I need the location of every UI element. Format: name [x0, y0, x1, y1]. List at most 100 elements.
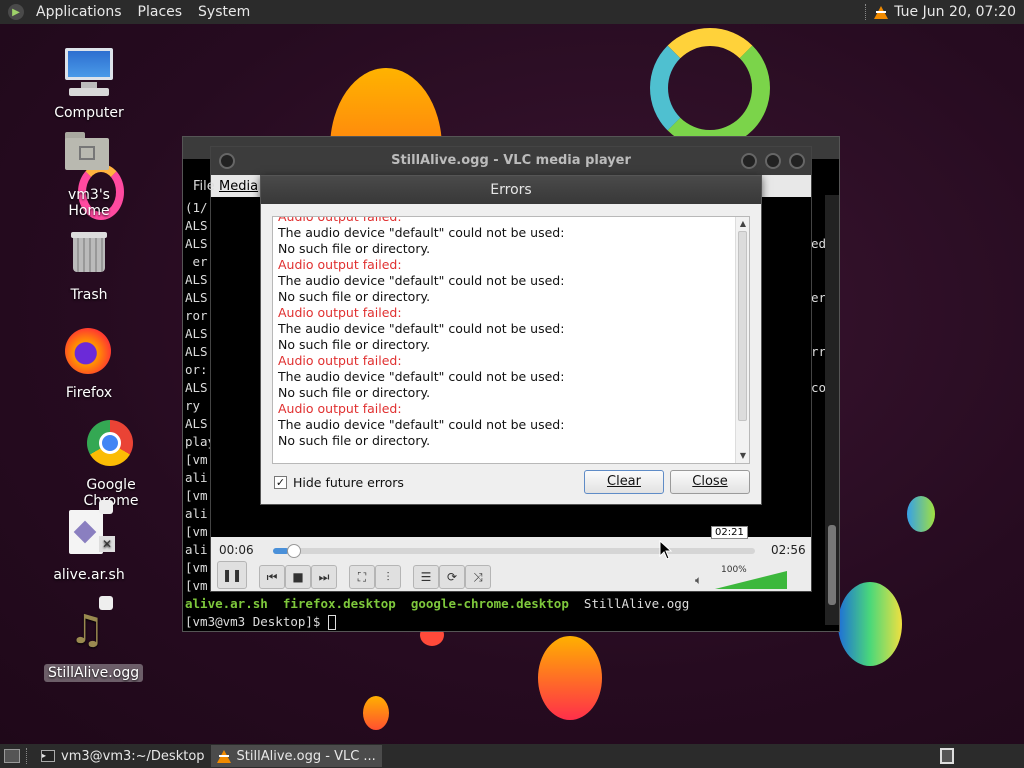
vlc-titlebar[interactable]: StillAlive.ogg - VLC media player [211, 147, 811, 175]
terminal-line: rr [811, 344, 827, 359]
error-log-line: No such file or directory. [278, 241, 431, 256]
desktop-icon-script[interactable]: ✕ alive.ar.sh [44, 500, 134, 584]
desktop-icon-computer[interactable]: Computer [44, 46, 134, 122]
workspace-switcher-icon[interactable] [940, 748, 954, 764]
panel-separator [26, 748, 29, 764]
desktop-icon-chrome[interactable]: Google Chrome [66, 418, 156, 510]
vlc-title: StillAlive.ogg - VLC media player [391, 153, 631, 168]
system-menu[interactable]: System [190, 4, 258, 20]
terminal-prompt-line[interactable]: [vm3@vm3 Desktop]$ [185, 613, 336, 631]
error-log-line: No such file or directory. [278, 433, 431, 448]
show-desktop-icon[interactable] [4, 749, 20, 763]
playlist-button[interactable]: ☰ [413, 565, 439, 589]
bottom-panel: ▸ vm3@vm3:~/Desktop StillAlive.ogg - VLC… [0, 744, 1024, 768]
error-log-scrollbar-thumb[interactable] [738, 231, 747, 421]
total-time[interactable]: 02:56 [771, 543, 806, 557]
error-log-content: Audio output failed: The audio device "de… [278, 217, 733, 449]
shuffle-button[interactable]: ⤨ [465, 565, 491, 589]
wallpaper-ring [650, 28, 770, 148]
close-button-label: Close [692, 474, 728, 489]
clock[interactable]: Tue Jun 20, 07:20 [894, 4, 1020, 20]
listing-item: alive.ar.sh [185, 596, 268, 611]
shuffle-icon: ⤨ [473, 569, 483, 584]
minimize-button[interactable] [741, 153, 757, 169]
error-log[interactable]: Audio output failed: The audio device "de… [272, 216, 750, 464]
desktop-icon-label: Trash [70, 287, 108, 303]
next-icon: ⏭ [318, 569, 330, 584]
desktop-icon-label: StillAlive.ogg [44, 664, 144, 682]
error-log-line: The audio device "default" could not be … [278, 321, 565, 336]
scroll-down-icon[interactable]: ▼ [738, 451, 748, 461]
elapsed-time[interactable]: 00:06 [219, 543, 254, 557]
desktop-icon-label: alive.ar.sh [53, 567, 125, 583]
loop-button[interactable]: ⟳ [439, 565, 465, 589]
close-button[interactable] [789, 153, 805, 169]
fullscreen-button[interactable]: ⛶ [349, 565, 375, 589]
terminal-scrollbar-thumb[interactable] [828, 525, 836, 605]
terminal-line: er [811, 290, 827, 305]
scroll-up-icon[interactable]: ▲ [738, 219, 748, 229]
mouse-pointer-icon [659, 540, 673, 560]
volume-slider[interactable]: 100% [715, 565, 789, 589]
taskbar-item-terminal[interactable]: ▸ vm3@vm3:~/Desktop [35, 745, 211, 767]
seek-bar-handle[interactable] [287, 544, 302, 558]
error-log-line: Audio output failed: [278, 305, 402, 320]
desktop-icon-trash[interactable]: Trash [44, 228, 134, 304]
desktop-icon-label: vm3's Home [68, 187, 110, 219]
extended-settings-button[interactable]: ⫶ [375, 565, 401, 589]
desktop-icon-label: Firefox [65, 385, 113, 401]
applications-menu[interactable]: Applications [28, 4, 130, 20]
loop-icon: ⟳ [446, 570, 458, 584]
desktop-icon-label: Computer [54, 105, 124, 121]
trash-icon [63, 228, 115, 280]
error-log-scrollbar[interactable]: ▲ ▼ [735, 217, 749, 463]
error-log-line: The audio device "default" could not be … [278, 417, 565, 432]
window-menu-button[interactable] [219, 153, 235, 169]
desktop-icon-audio[interactable]: ♫ StillAlive.ogg [44, 596, 144, 682]
pause-button[interactable]: ❚❚ [217, 561, 247, 589]
errors-dialog-title[interactable]: Errors [261, 176, 761, 204]
checkbox-check-icon[interactable]: ✓ [274, 476, 287, 489]
hide-future-errors-checkbox[interactable]: ✓ Hide future errors [274, 475, 404, 490]
errors-dialog[interactable]: Errors Audio output failed: The audio dev… [260, 175, 762, 505]
places-menu[interactable]: Places [130, 4, 191, 20]
vlc-tray-icon[interactable] [874, 5, 889, 19]
volume-wedge [715, 571, 787, 589]
vlc-icon [216, 749, 231, 763]
close-dialog-button[interactable]: Close [670, 470, 750, 494]
error-log-line: The audio device "default" could not be … [278, 225, 565, 240]
pause-icon: ❚❚ [221, 568, 243, 582]
error-log-line: Audio output failed: [278, 401, 402, 416]
firefox-icon [63, 326, 115, 378]
fullscreen-icon: ⛶ [357, 569, 367, 584]
desktop-icon-firefox[interactable]: Firefox [44, 326, 134, 402]
terminal-icon: ▸ [41, 750, 55, 762]
taskbar-item-vlc[interactable]: StillAlive.ogg - VLC ... [210, 745, 382, 767]
distro-logo-icon[interactable]: ▶ [8, 4, 24, 20]
speaker-icon[interactable]: 🔈︎ [695, 573, 702, 588]
error-log-line: Audio output failed: [278, 257, 402, 272]
clear-button-label: Clear [607, 474, 641, 489]
seek-bar[interactable]: 02:21 [273, 526, 755, 558]
next-button[interactable]: ⏭ [311, 565, 337, 589]
error-log-line: No such file or directory. [278, 385, 431, 400]
script-file-icon: ✕ [63, 500, 115, 560]
terminal-listing: alive.ar.sh firefox.desktop google-chrom… [185, 595, 689, 613]
taskbar-label: StillAlive.ogg - VLC ... [236, 748, 376, 764]
terminal-scrollbar[interactable] [825, 195, 839, 625]
wallpaper-blob [538, 636, 602, 720]
chrome-icon [85, 418, 137, 470]
previous-button[interactable]: ⏮ [259, 565, 285, 589]
clear-button[interactable]: Clear [584, 470, 664, 494]
maximize-button[interactable] [765, 153, 781, 169]
stop-icon: ■ [292, 570, 304, 584]
stop-button[interactable]: ■ [285, 565, 311, 589]
wallpaper-blob [363, 696, 389, 730]
desktop-icon-home[interactable]: vm3's Home [44, 128, 134, 220]
terminal-output-right: ed er rr co [811, 235, 826, 397]
menu-file[interactable]: File [185, 179, 223, 194]
